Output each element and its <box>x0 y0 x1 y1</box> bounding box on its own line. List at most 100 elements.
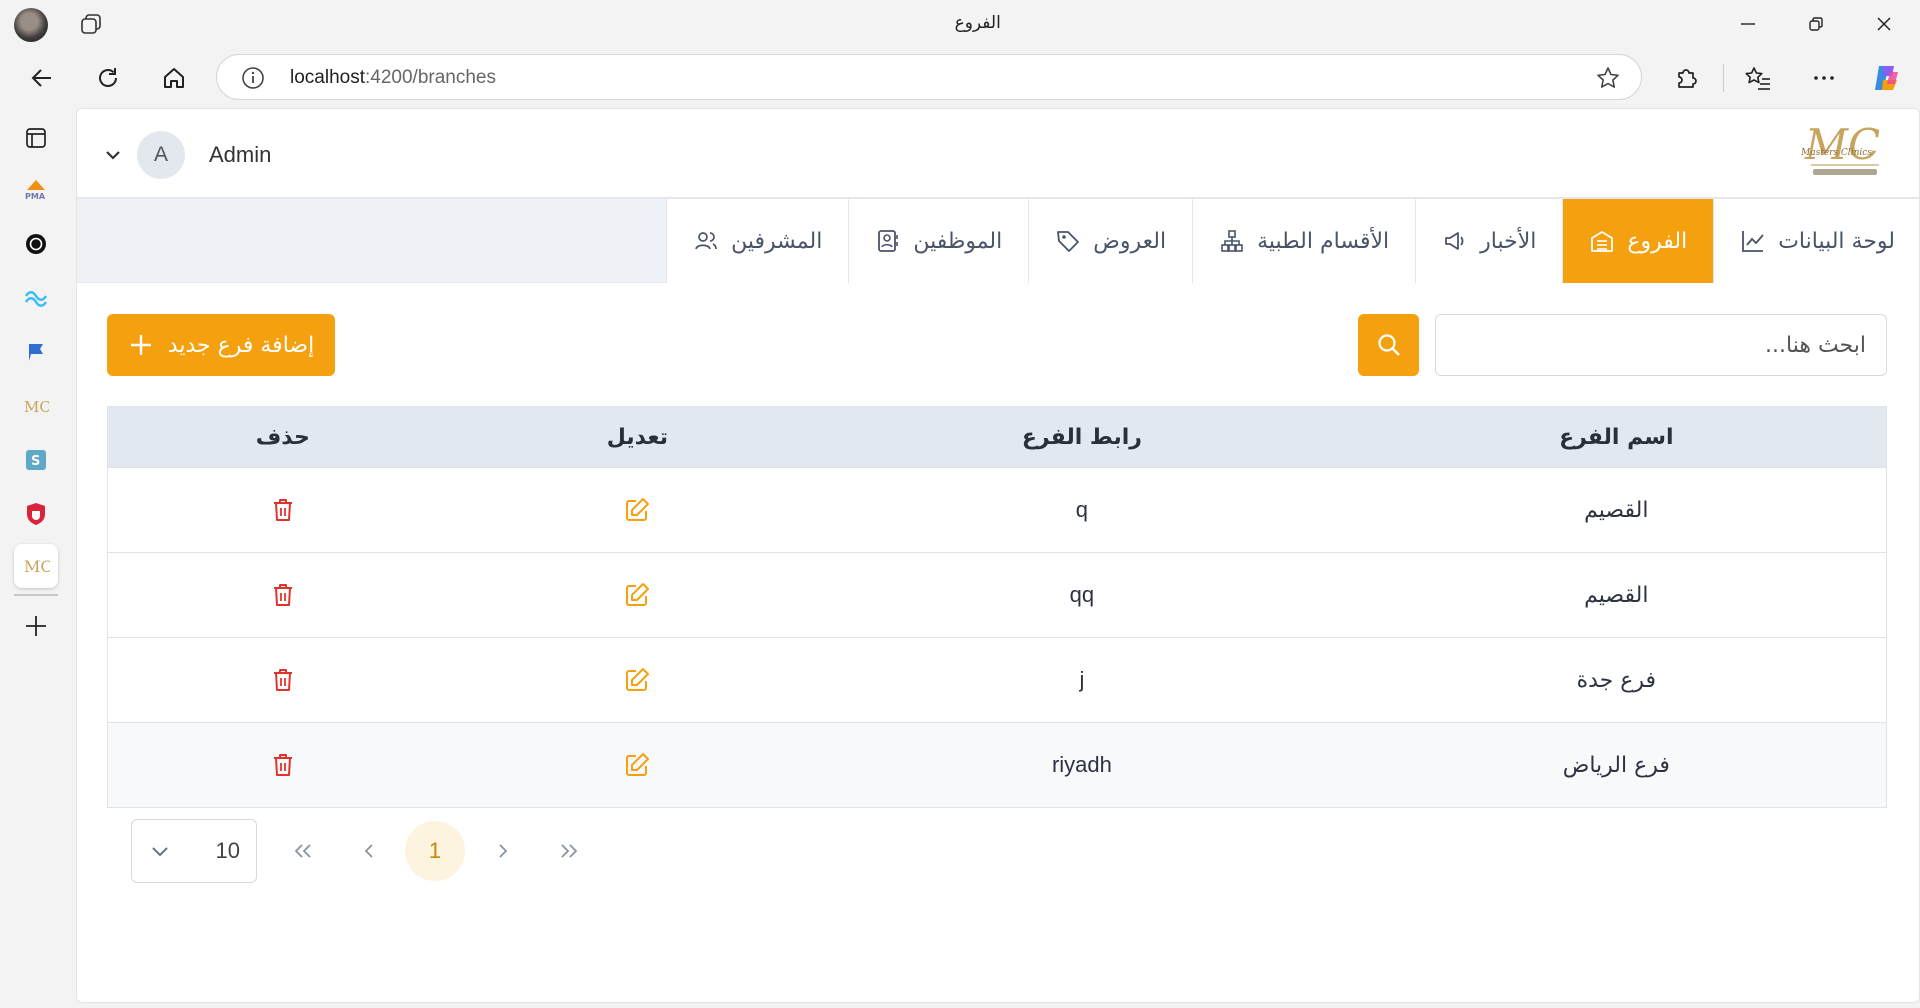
hierarchy-icon <box>1221 230 1243 252</box>
table-row: القصيم qq <box>108 552 1886 637</box>
reload-icon[interactable] <box>90 60 126 96</box>
sidebar-flag-icon[interactable] <box>14 330 58 374</box>
clinic-logo: MC Masters Clinics <box>1799 120 1891 185</box>
copilot-icon[interactable] <box>1868 60 1904 96</box>
minimize-button[interactable] <box>1718 8 1778 40</box>
svg-text:Masters Clinics: Masters Clinics <box>1800 148 1872 158</box>
browser-title-bar: الفروع MC <box>0 0 1920 48</box>
column-header-name: اسم الفرع <box>1559 424 1674 450</box>
column-header-edit: تعديل <box>606 424 669 450</box>
branch-name-cell: فرع الرياض <box>1562 752 1670 778</box>
edit-icon[interactable] <box>622 750 652 780</box>
tab-departments[interactable]: الأقسام الطبية <box>1192 199 1415 283</box>
chevron-down-icon <box>152 847 168 857</box>
building-icon <box>1591 231 1614 252</box>
table-row: فرع الرياض riyadh <box>108 722 1886 807</box>
url-host: localhost <box>290 67 365 88</box>
url-text: localhost:4200/branches <box>290 67 496 89</box>
prev-page-button[interactable] <box>337 819 401 883</box>
tab-label: العروض <box>1093 228 1167 254</box>
branches-table: اسم الفرع رابط الفرع تعديل حذف القصيم q … <box>107 406 1887 808</box>
url-path: :4200/branches <box>365 67 496 88</box>
svg-text:MC: MC <box>1804 121 1880 169</box>
edit-cell <box>458 553 818 637</box>
tab-dashboard[interactable]: لوحة البيانات <box>1713 199 1919 283</box>
sidebar-phpmyadmin-icon[interactable]: PMA <box>14 168 58 212</box>
tab-offers[interactable]: العروض <box>1028 199 1192 283</box>
trash-icon[interactable] <box>268 750 298 780</box>
nav-tab-bar: لوحة البيانات الفروع الأخبار الأقسام الط… <box>77 199 1919 283</box>
branch-name-cell: القصيم <box>1584 497 1649 523</box>
double-chevron-left-icon <box>294 844 311 858</box>
tab-label: لوحة البيانات <box>1778 228 1895 254</box>
next-page-button[interactable] <box>471 819 535 883</box>
tab-news[interactable]: الأخبار <box>1415 199 1562 283</box>
svg-text:S: S <box>31 454 40 469</box>
site-info-icon[interactable] <box>241 66 265 90</box>
tab-supervisors[interactable]: المشرفين <box>666 199 848 283</box>
sidebar-tailwind-icon[interactable] <box>14 276 58 320</box>
sidebar-shield-icon[interactable] <box>14 492 58 536</box>
branch-name-cell: فرع جدة <box>1576 667 1657 693</box>
first-page-button[interactable] <box>271 819 335 883</box>
address-bar[interactable]: localhost:4200/branches <box>216 54 1642 100</box>
favorite-star-icon[interactable] <box>1595 65 1621 91</box>
user-menu[interactable]: A Admin <box>103 131 271 179</box>
sidebar-s-icon[interactable]: S <box>14 438 58 482</box>
sidebar-add-icon[interactable] <box>14 604 58 648</box>
delete-cell <box>108 638 458 722</box>
search-icon <box>1377 334 1400 356</box>
rows-per-page-select[interactable]: 10 <box>131 819 257 883</box>
edit-icon[interactable] <box>622 665 652 695</box>
column-header-delete: حذف <box>255 424 310 450</box>
favorites-icon[interactable] <box>1740 60 1776 96</box>
page-number-current[interactable]: 1 <box>405 821 465 881</box>
sidebar-chatgpt-icon[interactable] <box>14 222 58 266</box>
users-icon <box>695 232 717 250</box>
add-branch-button[interactable]: إضافة فرع جديد <box>107 314 335 376</box>
edit-cell <box>458 638 818 722</box>
avatar[interactable]: A <box>137 131 185 179</box>
chevron-down-icon[interactable] <box>103 145 123 165</box>
trash-icon[interactable] <box>268 580 298 610</box>
trash-icon[interactable] <box>268 665 298 695</box>
branch-link-cell: j <box>1079 667 1085 692</box>
chart-icon <box>1742 231 1764 252</box>
delete-cell <box>108 468 458 552</box>
home-icon[interactable] <box>156 60 192 96</box>
search-input[interactable] <box>1435 314 1887 376</box>
pagination: 10 1 <box>131 819 601 883</box>
tab-label: المشرفين <box>731 228 823 254</box>
chevron-right-icon <box>499 844 508 858</box>
tab-label: الأقسام الطبية <box>1257 228 1390 254</box>
active-tab[interactable]: الفروع MC <box>0 12 1920 33</box>
more-menu-icon[interactable] <box>1806 60 1842 96</box>
table-header: اسم الفرع رابط الفرع تعديل حذف <box>108 407 1886 467</box>
tag-icon <box>1057 231 1080 252</box>
sidebar-clinic-icon[interactable]: MC <box>14 384 58 428</box>
toolbar-divider <box>1723 64 1724 92</box>
last-page-button[interactable] <box>537 819 601 883</box>
chevron-left-icon <box>364 844 373 858</box>
rows-per-page-value: 10 <box>215 838 240 863</box>
edit-icon[interactable] <box>622 580 652 610</box>
megaphone-icon <box>1445 232 1464 250</box>
edit-icon[interactable] <box>622 495 652 525</box>
plus-icon <box>130 335 151 355</box>
restore-button[interactable] <box>1786 8 1846 40</box>
trash-icon[interactable] <box>268 495 298 525</box>
search-button[interactable] <box>1358 314 1419 376</box>
sidebar-tabs-icon[interactable] <box>14 116 58 160</box>
web-page: A Admin MC Masters Clinics لوحة البيانات… <box>76 108 1920 1003</box>
user-name: Admin <box>209 142 272 167</box>
tab-branches[interactable]: الفروع <box>1562 199 1714 283</box>
extensions-icon[interactable] <box>1668 60 1704 96</box>
sidebar-active-site-icon[interactable]: MC <box>14 544 58 588</box>
tab-employees[interactable]: الموظفين <box>848 199 1028 283</box>
close-window-button[interactable] <box>1854 8 1914 40</box>
edit-cell <box>458 468 818 552</box>
sidebar-divider <box>14 594 58 596</box>
branch-link-cell: q <box>1075 497 1089 522</box>
back-icon[interactable] <box>24 60 60 96</box>
table-row: القصيم q <box>108 467 1886 552</box>
